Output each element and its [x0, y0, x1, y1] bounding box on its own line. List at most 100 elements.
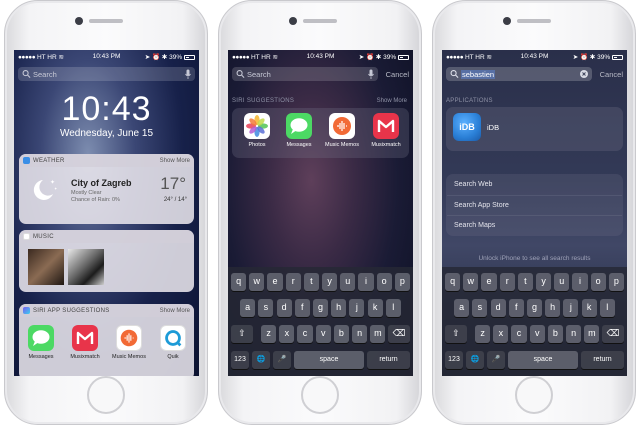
- app-musixmatch[interactable]: Musixmatch: [369, 113, 403, 148]
- search-field[interactable]: Search: [18, 67, 195, 81]
- home-button[interactable]: [301, 376, 339, 414]
- return-key[interactable]: return: [581, 351, 624, 369]
- key-o[interactable]: o: [590, 273, 606, 291]
- show-more-link[interactable]: Show More: [160, 308, 190, 314]
- key-i[interactable]: i: [358, 273, 374, 291]
- show-more-link[interactable]: Show More: [160, 158, 190, 164]
- key-p[interactable]: p: [394, 273, 410, 291]
- key-x[interactable]: x: [493, 325, 509, 343]
- key-l[interactable]: l: [599, 299, 615, 317]
- key-p[interactable]: p: [608, 273, 624, 291]
- globe-key[interactable]: 🌐: [252, 351, 270, 369]
- app-messages[interactable]: Messages: [282, 113, 316, 148]
- key-g[interactable]: g: [312, 299, 329, 317]
- key-n[interactable]: n: [566, 325, 582, 343]
- key-u[interactable]: u: [340, 273, 356, 291]
- key-a[interactable]: a: [240, 299, 256, 317]
- key-r[interactable]: r: [285, 273, 301, 291]
- key-q[interactable]: q: [445, 273, 461, 291]
- key-t[interactable]: t: [303, 273, 319, 291]
- album-art[interactable]: [28, 249, 64, 285]
- shift-key[interactable]: ⇧: [445, 325, 468, 343]
- key-q[interactable]: q: [231, 273, 247, 291]
- cancel-button[interactable]: Cancel: [386, 70, 409, 79]
- delete-key[interactable]: ⌫: [601, 325, 624, 343]
- music-widget[interactable]: MUSIC: [19, 230, 194, 292]
- app-photos[interactable]: Photos: [240, 113, 274, 148]
- search-maps-option[interactable]: Search Maps: [447, 215, 622, 235]
- key-b[interactable]: b: [333, 325, 350, 343]
- app-music-memos[interactable]: Music Memos: [325, 113, 359, 148]
- key-i[interactable]: i: [572, 273, 588, 291]
- key-c[interactable]: c: [297, 325, 313, 343]
- key-l[interactable]: l: [385, 299, 401, 317]
- key-n[interactable]: n: [352, 325, 368, 343]
- dictation-key[interactable]: 🎤: [273, 351, 291, 369]
- clear-text-icon[interactable]: [580, 70, 588, 78]
- key-g[interactable]: g: [526, 299, 543, 317]
- return-key[interactable]: return: [367, 351, 410, 369]
- cancel-button[interactable]: Cancel: [600, 70, 623, 79]
- key-r[interactable]: r: [499, 273, 515, 291]
- key-z[interactable]: z: [261, 325, 277, 343]
- search-field[interactable]: sebastien: [446, 67, 592, 81]
- key-c[interactable]: c: [511, 325, 527, 343]
- search-text-selected[interactable]: sebastien: [461, 70, 496, 79]
- key-k[interactable]: k: [367, 299, 383, 317]
- home-button[interactable]: [515, 376, 553, 414]
- app-messages[interactable]: Messages: [24, 325, 58, 360]
- dictation-key[interactable]: 🎤: [487, 351, 505, 369]
- key-m[interactable]: m: [370, 325, 386, 343]
- key-v[interactable]: v: [529, 325, 545, 343]
- key-o[interactable]: o: [376, 273, 392, 291]
- key-h[interactable]: h: [331, 299, 347, 317]
- microphone-icon[interactable]: [368, 69, 374, 79]
- keyboard: q w e r t y u i o p a s d f g h j k l ⇧ z x c v b n m ⌫ 123 🌐 🎤 space re…: [442, 267, 627, 376]
- location-icon: ➤: [144, 54, 151, 61]
- album-art[interactable]: [68, 249, 104, 285]
- microphone-icon[interactable]: [185, 69, 191, 79]
- search-field[interactable]: Search: [232, 67, 378, 81]
- search-placeholder: Search: [247, 70, 271, 79]
- result-app-idb[interactable]: iDB iDB: [453, 113, 613, 145]
- key-m[interactable]: m: [584, 325, 600, 343]
- key-y[interactable]: y: [536, 273, 552, 291]
- key-s[interactable]: s: [258, 299, 274, 317]
- weather-widget[interactable]: WEATHER Show More ✦ ✦ City of Zagreb Mos…: [19, 154, 194, 224]
- search-app-store-option[interactable]: Search App Store: [447, 195, 622, 215]
- key-u[interactable]: u: [554, 273, 570, 291]
- key-f[interactable]: f: [508, 299, 524, 317]
- numbers-key[interactable]: 123: [445, 351, 463, 369]
- key-d[interactable]: d: [490, 299, 506, 317]
- home-button[interactable]: [87, 376, 125, 414]
- key-a[interactable]: a: [454, 299, 470, 317]
- key-b[interactable]: b: [547, 325, 564, 343]
- search-web-option[interactable]: Search Web: [447, 175, 622, 195]
- space-key[interactable]: space: [294, 351, 364, 369]
- key-e[interactable]: e: [481, 273, 497, 291]
- key-s[interactable]: s: [472, 299, 488, 317]
- globe-key[interactable]: 🌐: [466, 351, 484, 369]
- key-k[interactable]: k: [581, 299, 597, 317]
- numbers-key[interactable]: 123: [231, 351, 249, 369]
- key-y[interactable]: y: [322, 273, 338, 291]
- key-j[interactable]: j: [349, 299, 365, 317]
- key-v[interactable]: v: [315, 325, 331, 343]
- key-z[interactable]: z: [475, 325, 491, 343]
- delete-key[interactable]: ⌫: [387, 325, 410, 343]
- shift-key[interactable]: ⇧: [231, 325, 254, 343]
- key-d[interactable]: d: [276, 299, 292, 317]
- key-w[interactable]: w: [463, 273, 479, 291]
- app-quik[interactable]: Quik: [156, 325, 190, 360]
- app-musixmatch[interactable]: Musixmatch: [68, 325, 102, 360]
- key-h[interactable]: h: [545, 299, 561, 317]
- key-x[interactable]: x: [279, 325, 295, 343]
- key-j[interactable]: j: [563, 299, 579, 317]
- space-key[interactable]: space: [508, 351, 578, 369]
- key-t[interactable]: t: [517, 273, 533, 291]
- key-e[interactable]: e: [267, 273, 283, 291]
- key-w[interactable]: w: [249, 273, 265, 291]
- app-music-memos[interactable]: Music Memos: [112, 325, 146, 360]
- show-more-link[interactable]: Show More: [377, 98, 407, 104]
- key-f[interactable]: f: [294, 299, 310, 317]
